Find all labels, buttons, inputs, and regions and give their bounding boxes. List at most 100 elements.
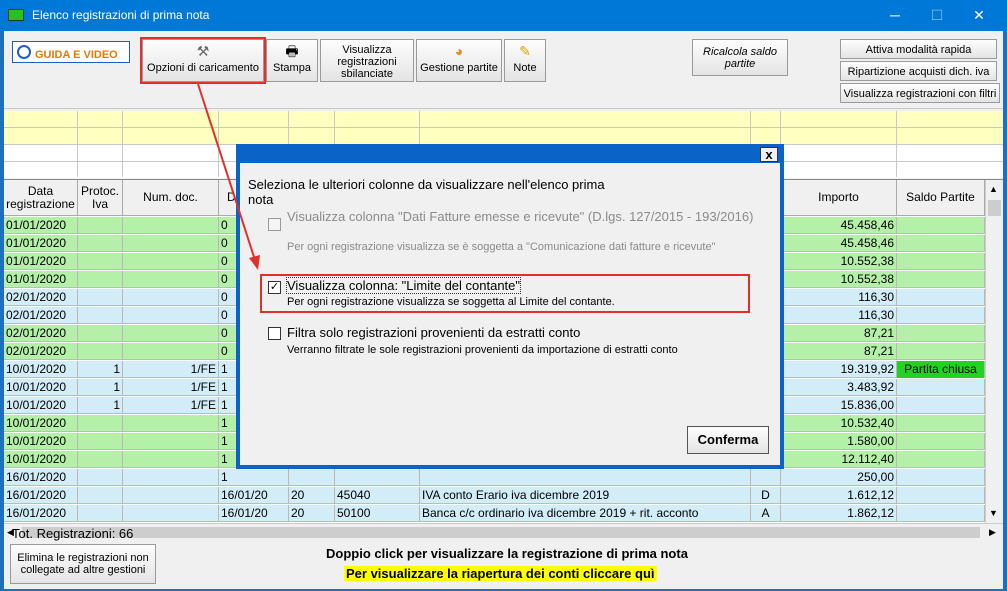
col-header-saldo[interactable]: Saldo Partite [897, 180, 985, 216]
cell-num [123, 451, 219, 468]
col-header-protoc[interactable]: Protoc. Iva [78, 180, 123, 216]
cell-saldo [897, 379, 985, 396]
cell-c5: 20 [289, 505, 335, 522]
minimize-button[interactable]: ─ [880, 5, 910, 25]
cell-prot [78, 469, 123, 486]
close-button[interactable]: ✕ [964, 5, 994, 25]
conferma-button[interactable]: Conferma [687, 426, 769, 454]
col-header-data[interactable]: Data registrazione [4, 180, 78, 216]
opt-dati-fatture-label: Visualizza colonna "Dati Fatture emesse … [287, 209, 754, 224]
cell-date: 10/01/2020 [4, 397, 78, 414]
cell-d: 16/01/20 [219, 505, 289, 522]
hscroll-thumb[interactable] [22, 527, 980, 538]
cell-num [123, 271, 219, 288]
cell-c5: 20 [289, 487, 335, 504]
cell-saldo [897, 487, 985, 504]
cell-saldo [897, 343, 985, 360]
cell-c6: 45040 [335, 487, 420, 504]
maximize-button[interactable]: ☐ [922, 5, 952, 25]
cell-prot [78, 325, 123, 342]
opt-estratti-conto-label: Filtra solo registrazioni provenienti da… [287, 325, 581, 340]
scroll-thumb[interactable] [988, 200, 1001, 216]
cell-d: 16/01/20 [219, 487, 289, 504]
cell-c6: 50100 [335, 505, 420, 522]
table-row[interactable]: 16/01/2020 1 250,00 [4, 469, 985, 486]
cell-desc: Banca c/c ordinario iva dicembre 2019 + … [420, 505, 751, 522]
col-header-importo[interactable]: Importo [781, 180, 897, 216]
cell-imp: 250,00 [781, 469, 897, 486]
cell-date: 01/01/2020 [4, 235, 78, 252]
riapertura-link[interactable]: Per visualizzare la riapertura dei conti… [344, 566, 657, 581]
cell-date: 02/01/2020 [4, 325, 78, 342]
cell-imp: 15.836,00 [781, 397, 897, 414]
ripartizione-acquisti-button[interactable]: Ripartizione acquisti dich. iva [840, 61, 997, 81]
horizontal-scrollbar[interactable]: ◀ ▶ [4, 523, 1003, 541]
cell-saldo [897, 397, 985, 414]
scroll-down-icon[interactable]: ▼ [989, 508, 998, 518]
ricalcola-saldo-button[interactable]: Ricalcola saldo partite [692, 39, 788, 76]
cell-num: 1/FE [123, 379, 219, 396]
opt-limite-contante-desc: Per ogni registrazione visualizza se sog… [287, 296, 615, 308]
cell-c5 [289, 469, 335, 486]
cell-saldo [897, 253, 985, 270]
cell-date: 01/01/2020 [4, 217, 78, 234]
attiva-modalita-rapida-button[interactable]: Attiva modalità rapida [840, 39, 997, 59]
cell-desc [420, 469, 751, 486]
cell-date: 02/01/2020 [4, 289, 78, 306]
cell-imp: 116,30 [781, 289, 897, 306]
help-icon [17, 45, 31, 59]
table-row[interactable]: 16/01/2020 16/01/20 20 50100 Banca c/c ordin… [4, 505, 985, 522]
cell-imp: 1.580,00 [781, 433, 897, 450]
cell-date: 16/01/2020 [4, 487, 78, 504]
cell-imp: 45.458,46 [781, 217, 897, 234]
cell-saldo [897, 469, 985, 486]
note-button[interactable]: ✎ Note [504, 39, 546, 82]
cell-date: 10/01/2020 [4, 451, 78, 468]
cell-prot: 1 [78, 361, 123, 378]
opt-limite-contante-checkbox[interactable]: ✓ [268, 281, 281, 294]
opt-dati-fatture-checkbox[interactable] [268, 218, 281, 231]
cell-dc: D [751, 487, 781, 504]
cell-saldo [897, 505, 985, 522]
vertical-scrollbar[interactable]: ▲ ▼ [985, 180, 1003, 524]
opt-limite-focus-label: Visualizza colonna: "Limite del contante… [285, 277, 522, 294]
cell-prot [78, 343, 123, 360]
cell-num [123, 415, 219, 432]
col-header-numdoc[interactable]: Num. doc. [123, 180, 219, 216]
cell-prot [78, 235, 123, 252]
stampa-button[interactable]: 🖶 Stampa [266, 39, 318, 82]
cell-saldo: Partita chiusa [897, 361, 985, 378]
scroll-right-icon[interactable]: ▶ [989, 527, 996, 538]
wrench-icon: ⚒ [196, 43, 210, 59]
cell-prot [78, 271, 123, 288]
tot-registrazioni: Tot. Registrazioni: 66 [12, 526, 134, 541]
cell-imp: 10.532,40 [781, 415, 897, 432]
cell-imp: 10.552,38 [781, 271, 897, 288]
scroll-up-icon[interactable]: ▲ [989, 184, 998, 194]
cell-imp: 1.862,12 [781, 505, 897, 522]
cell-saldo [897, 325, 985, 342]
cell-dc: A [751, 505, 781, 522]
cell-prot [78, 289, 123, 306]
dialog-intro: Seleziona le ulteriori colonne da visual… [248, 177, 605, 207]
window-titlebar[interactable]: Elenco registrazioni di prima nota ─ ☐ ✕ [0, 0, 1007, 31]
cell-saldo [897, 451, 985, 468]
cell-num [123, 505, 219, 522]
table-row[interactable]: 16/01/2020 16/01/20 20 45040 IVA conto Erari… [4, 487, 985, 504]
cell-date: 01/01/2020 [4, 253, 78, 270]
cell-date: 02/01/2020 [4, 307, 78, 324]
cell-date: 10/01/2020 [4, 415, 78, 432]
dialog-close-button[interactable]: x [760, 147, 778, 162]
opzioni-caricamento-button[interactable]: ⚒ Opzioni di caricamento [140, 37, 266, 84]
visualizza-filtri-button[interactable]: Visualizza registrazioni con filtri [840, 83, 1000, 103]
toolbar: GUIDA E VIDEO ⚒ Opzioni di caricamento 🖶… [4, 31, 1003, 109]
gestione-partite-button[interactable]: ◕ Gestione partite [416, 39, 502, 82]
visualizza-sbilanciate-button[interactable]: Visualizza registrazioni sbilanciate [320, 39, 414, 82]
cell-num: 1/FE [123, 397, 219, 414]
opt-estratti-conto-checkbox[interactable] [268, 327, 281, 340]
elimina-registrazioni-button[interactable]: Elimina le registrazioni non collegate a… [10, 544, 156, 584]
cell-imp: 3.483,92 [781, 379, 897, 396]
guida-video-button[interactable]: GUIDA E VIDEO [12, 41, 130, 63]
cell-imp: 45.458,46 [781, 235, 897, 252]
opt-limite-contante-label: Visualizza colonna: "Limite del contante… [285, 277, 747, 294]
